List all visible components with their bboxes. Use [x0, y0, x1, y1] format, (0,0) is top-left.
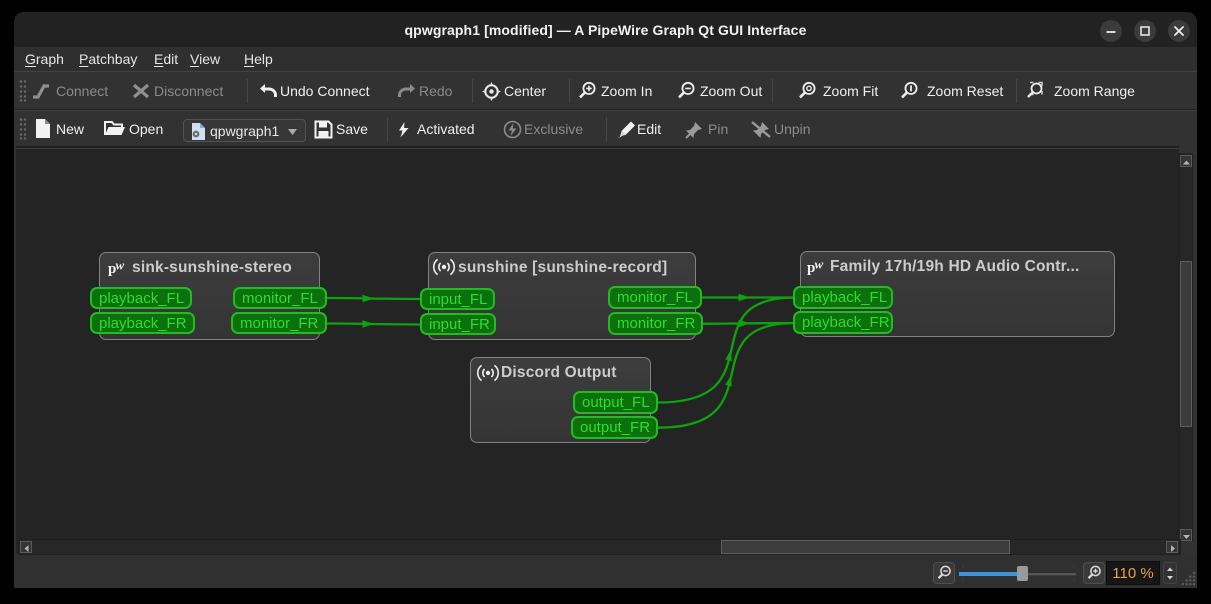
svg-text:w: w [116, 258, 125, 273]
svg-text:w: w [815, 257, 824, 272]
